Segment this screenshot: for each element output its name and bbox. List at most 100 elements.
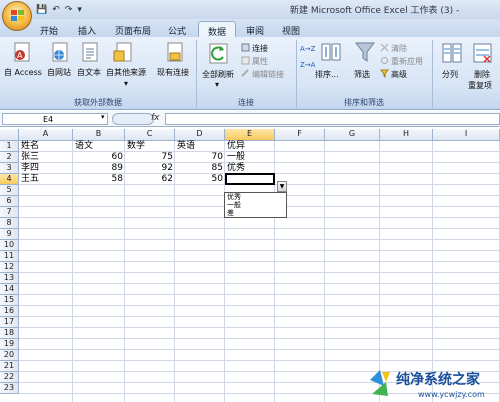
row-header[interactable]: 16 <box>0 306 19 317</box>
column-header[interactable]: F <box>275 129 325 141</box>
cell-c3[interactable]: 92 <box>125 163 175 174</box>
row-header[interactable]: 8 <box>0 218 19 229</box>
dropdown-option[interactable]: 一般 <box>225 201 286 209</box>
row-gridline <box>19 316 500 317</box>
edit-links-button[interactable]: 编辑链接 <box>252 69 284 80</box>
insert-function-button[interactable]: fx <box>151 113 160 123</box>
row-header[interactable]: 6 <box>0 196 19 207</box>
from-web-button[interactable]: 自网站 <box>47 67 71 78</box>
row-header[interactable]: 23 <box>0 383 19 394</box>
row-header[interactable]: 3 <box>0 163 19 174</box>
tab-page-layout[interactable]: 页面布局 <box>110 21 156 37</box>
tab-insert[interactable]: 插入 <box>74 21 100 37</box>
row-header[interactable]: 9 <box>0 229 19 240</box>
existing-connections-button[interactable]: 现有连接 <box>157 67 189 78</box>
row-header[interactable]: 17 <box>0 317 19 328</box>
column-header[interactable]: B <box>73 129 125 141</box>
cell-b3[interactable]: 89 <box>73 163 125 174</box>
office-button[interactable] <box>2 1 32 31</box>
cell-c1[interactable]: 数学 <box>125 141 175 152</box>
from-access-button[interactable]: 自 Access <box>4 67 42 78</box>
connections-button[interactable]: 连接 <box>252 43 268 54</box>
worksheet-grid[interactable]: A B C D E F G H I 1 2 3 4 5 6 7 8 9 10 11 12 13 14 15 16 17 18 19 20… <box>0 129 500 402</box>
column-header[interactable]: C <box>125 129 175 141</box>
office-logo-icon <box>11 10 24 21</box>
column-header[interactable]: I <box>433 129 500 141</box>
row-header[interactable]: 10 <box>0 240 19 251</box>
select-all-corner[interactable] <box>0 129 19 141</box>
cell-a1[interactable]: 姓名 <box>19 141 73 152</box>
from-text-button[interactable]: 自文本 <box>77 67 101 78</box>
qat-more-icon[interactable]: ▾ <box>77 5 82 15</box>
cell-a2[interactable]: 张三 <box>19 152 73 163</box>
row-header[interactable]: 20 <box>0 350 19 361</box>
cell-b1[interactable]: 语文 <box>73 141 125 152</box>
reapply-button[interactable]: 重新应用 <box>391 56 423 67</box>
row-header[interactable]: 19 <box>0 339 19 350</box>
tab-review[interactable]: 审阅 <box>242 21 268 37</box>
cell-c2[interactable]: 75 <box>125 152 175 163</box>
clear-button[interactable]: 清除 <box>391 43 407 54</box>
tab-home[interactable]: 开始 <box>36 21 62 37</box>
validation-dropdown-button[interactable]: ▼ <box>277 181 287 192</box>
tab-formulas[interactable]: 公式 <box>164 21 190 37</box>
sort-button[interactable]: 排序... <box>315 69 339 80</box>
dropdown-option[interactable]: 差 <box>225 209 286 217</box>
text-to-columns-button[interactable]: 分列 <box>442 69 458 80</box>
properties-icon <box>241 56 250 65</box>
cell-e2[interactable]: 一般 <box>225 152 275 163</box>
row-header[interactable]: 5 <box>0 185 19 196</box>
save-icon[interactable]: 💾 <box>36 5 47 15</box>
column-header[interactable]: E <box>225 129 275 141</box>
row-header[interactable]: 15 <box>0 295 19 306</box>
cell-a4[interactable]: 王五 <box>19 174 73 185</box>
name-box[interactable]: E4 <box>2 113 108 125</box>
cell-d2[interactable]: 70 <box>175 152 225 163</box>
undo-icon[interactable]: ↶ <box>52 5 60 15</box>
row-header[interactable]: 13 <box>0 273 19 284</box>
row-header[interactable]: 22 <box>0 372 19 383</box>
cell-d1[interactable]: 英语 <box>175 141 225 152</box>
advanced-filter-button[interactable]: 高级 <box>391 69 407 80</box>
clear-icon <box>380 43 389 52</box>
cell-b2[interactable]: 60 <box>73 152 125 163</box>
remove-duplicates-button[interactable]: 删除 <box>474 69 490 80</box>
tab-view[interactable]: 视图 <box>278 21 304 37</box>
cell-d4[interactable]: 50 <box>175 174 225 185</box>
column-header[interactable]: H <box>380 129 433 141</box>
row-header[interactable]: 12 <box>0 262 19 273</box>
properties-button[interactable]: 属性 <box>252 56 268 67</box>
from-other-sources-button[interactable]: 自其他来源 <box>106 67 146 78</box>
column-header[interactable]: D <box>175 129 225 141</box>
row-gridline <box>19 327 500 328</box>
column-header[interactable]: G <box>325 129 380 141</box>
validation-dropdown-list: 优秀 一般差 <box>224 192 287 218</box>
row-header[interactable]: 7 <box>0 207 19 218</box>
cell-e1[interactable]: 优异 <box>225 141 275 152</box>
name-box-dropdown-icon[interactable]: ▾ <box>101 113 105 121</box>
formula-input[interactable] <box>165 113 500 125</box>
row-header[interactable]: 21 <box>0 361 19 372</box>
cell-e4[interactable] <box>225 173 275 185</box>
other-sources-dropdown-icon[interactable]: ▾ <box>124 79 128 88</box>
cell-c4[interactable]: 62 <box>125 174 175 185</box>
row-header[interactable]: 4 <box>0 174 19 185</box>
redo-icon[interactable]: ↷ <box>65 5 73 15</box>
row-header[interactable]: 2 <box>0 152 19 163</box>
row-gridline <box>19 239 500 240</box>
filter-button[interactable]: 筛选 <box>354 69 370 80</box>
tab-data[interactable]: 数据 <box>198 21 236 38</box>
cell-d3[interactable]: 85 <box>175 163 225 174</box>
row-header[interactable]: 18 <box>0 328 19 339</box>
row-header[interactable]: 1 <box>0 141 19 152</box>
sort-ascending-button[interactable]: A→Z <box>300 45 315 53</box>
refresh-all-button[interactable]: 全部刷新 <box>202 69 234 80</box>
refresh-dropdown-icon[interactable]: ▾ <box>215 80 219 89</box>
row-header[interactable]: 14 <box>0 284 19 295</box>
column-header[interactable]: A <box>19 129 73 141</box>
dropdown-option[interactable]: 优秀 <box>225 193 286 201</box>
cell-a3[interactable]: 李四 <box>19 163 73 174</box>
sort-descending-button[interactable]: Z→A <box>300 61 315 69</box>
cell-b4[interactable]: 58 <box>73 174 125 185</box>
row-header[interactable]: 11 <box>0 251 19 262</box>
